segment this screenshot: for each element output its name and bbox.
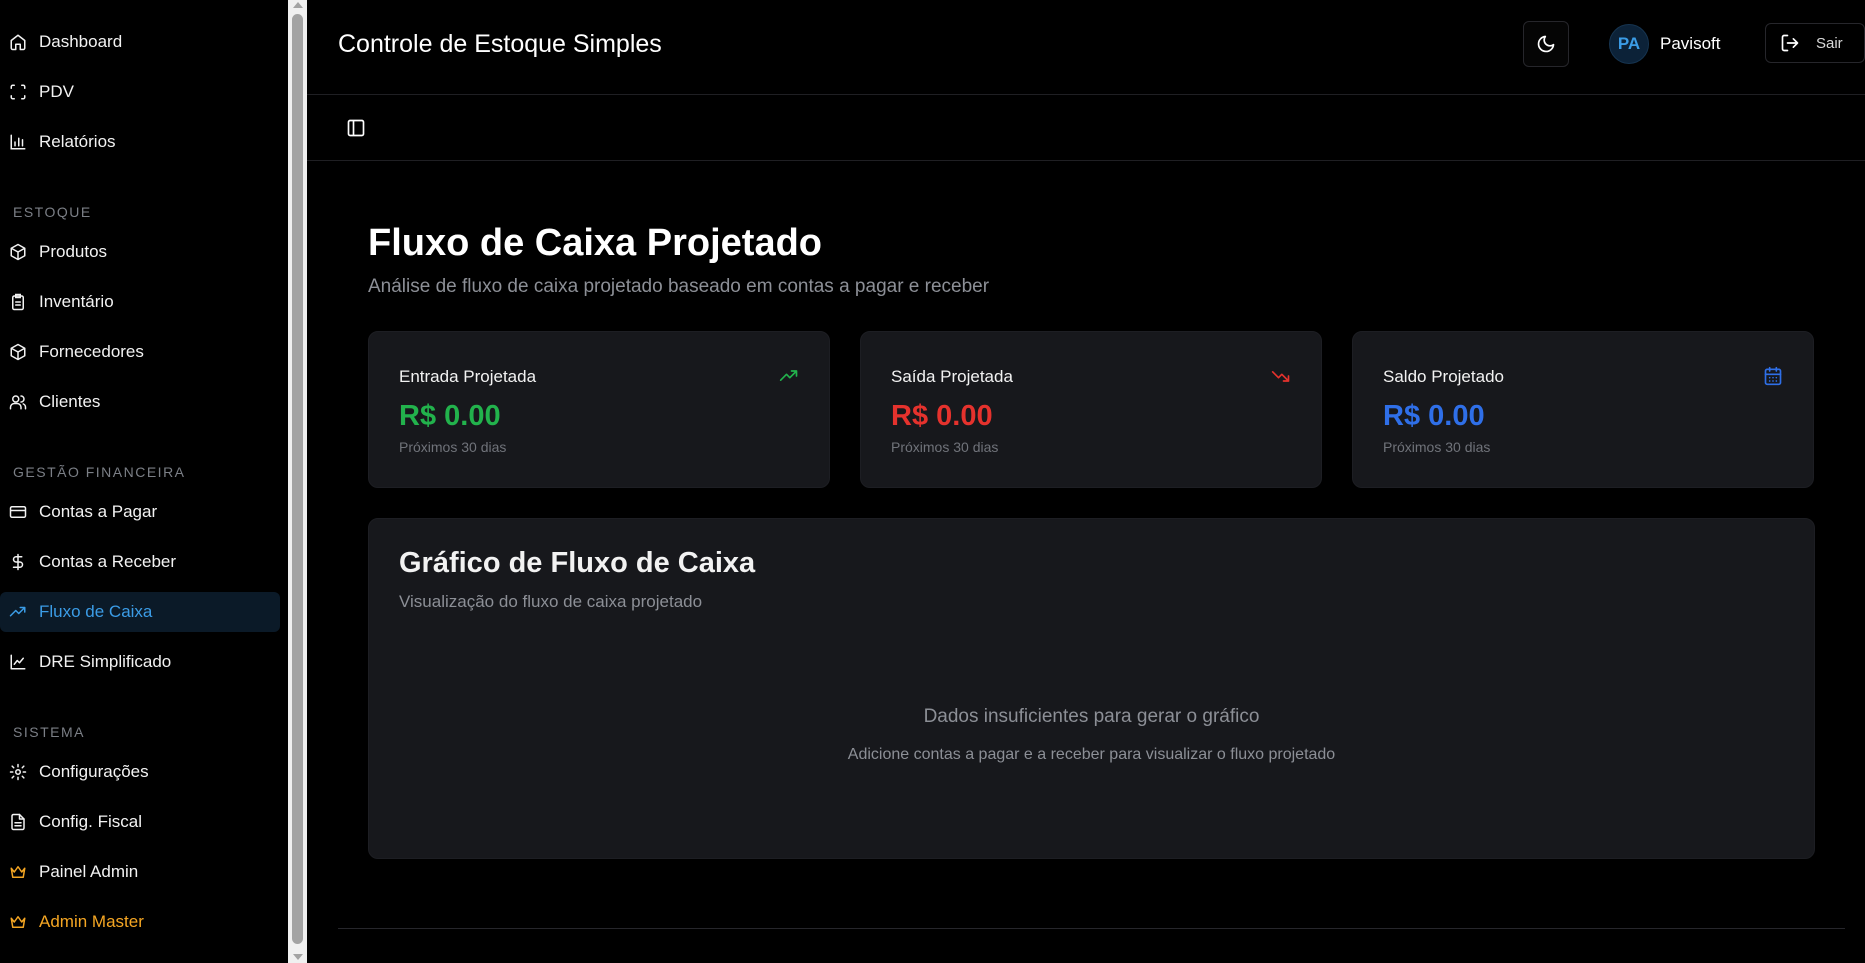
sidebar-item-dashboard[interactable]: Dashboard [0,22,280,62]
scan-icon [10,84,26,100]
trending-down-icon [1271,371,1290,382]
package-icon [10,243,26,261]
panel-left-icon [347,119,365,137]
sidebar-item-label: Produtos [39,242,108,261]
package-icon [10,343,26,361]
bar-chart-icon [10,134,26,150]
sidebar-item-painel-admin[interactable]: Painel Admin [0,852,280,892]
sidebar-item-pdv[interactable]: PDV [0,72,280,112]
gear-icon [9,763,27,781]
section-label-gestao-financeira: GESTÃO FINANCEIRA [13,464,186,480]
trending-up-icon [9,606,26,617]
chart-subtitle: Visualização do fluxo de caixa projetado [399,592,703,611]
sidebar-item-config-fiscal[interactable]: Config. Fiscal [0,802,280,842]
card-value: R$ 0.00 [399,400,501,432]
card-value: R$ 0.00 [891,400,993,432]
file-text-icon [11,813,25,831]
moon-icon [1537,35,1555,53]
sidebar-scrollbar[interactable] [288,0,307,963]
user-name: Pavisoft [1660,34,1721,53]
sidebar-item-label: Clientes [39,392,101,411]
empty-state-title: Dados insuficientes para gerar o gráfico [923,706,1260,727]
sidebar-item-admin-master[interactable]: Admin Master [0,902,280,942]
cash-flow-chart-card: Gráfico de Fluxo de Caixa Visualização d… [368,518,1815,859]
sidebar-item-label: PDV [39,82,74,101]
sidebar-item-fluxo-de-caixa[interactable]: Fluxo de Caixa [0,592,280,632]
sidebar-item-relatorios[interactable]: Relatórios [0,122,280,162]
sidebar: Dashboard PDV Relatórios ESTOQUE Produto… [0,0,288,963]
card-value: R$ 0.00 [1383,400,1485,432]
card-saida-projetada: Saída Projetada R$ 0.00 Próximos 30 dias [860,331,1322,488]
line-chart-icon [10,654,26,670]
empty-state-text: Adicione contas a pagar e a receber para… [847,746,1336,763]
sidebar-item-label: Painel Admin [39,862,139,881]
home-icon [10,34,26,51]
sidebar-item-clientes[interactable]: Clientes [0,382,280,422]
users-icon [9,395,27,410]
sidebar-item-contas-a-pagar[interactable]: Contas a Pagar [0,492,280,532]
sidebar-toggle-button[interactable] [345,117,367,139]
sidebar-item-contas-a-receber[interactable]: Contas a Receber [0,542,280,582]
sidebar-item-label: Relatórios [39,132,116,151]
sidebar-item-inventario[interactable]: Inventário [0,282,280,322]
sidebar-item-label: Admin Master [39,912,144,931]
crown-icon [10,916,26,928]
calendar-icon [1764,366,1782,386]
card-note: Próximos 30 dias [399,439,507,455]
dollar-icon [12,553,24,571]
log-out-icon [1781,34,1799,52]
sidebar-item-dre-simplificado[interactable]: DRE Simplificado [0,642,280,682]
credit-card-icon [9,506,27,518]
avatar[interactable]: PA [1609,24,1649,64]
sidebar-item-label: Fornecedores [39,342,144,361]
page-title: Fluxo de Caixa Projetado [368,222,822,264]
card-label: Saída Projetada [891,367,1013,386]
app-title: Controle de Estoque Simples [338,30,662,58]
scroll-down-arrow-icon[interactable] [293,954,303,960]
sidebar-item-label: Configurações [39,762,149,781]
logout-button[interactable]: Sair [1765,23,1865,63]
clipboard-icon [12,293,24,311]
page-subtitle: Análise de fluxo de caixa projetado base… [368,276,990,297]
sidebar-item-label: Dashboard [39,32,123,51]
card-label: Saldo Projetado [1383,367,1504,386]
sidebar-item-fornecedores[interactable]: Fornecedores [0,332,280,372]
scroll-up-arrow-icon[interactable] [293,2,303,8]
logout-label: Sair [1816,34,1843,52]
sidebar-item-configuracoes[interactable]: Configurações [0,752,280,792]
trending-up-icon [779,370,798,381]
section-label-estoque: ESTOQUE [13,204,92,220]
card-note: Próximos 30 dias [891,439,999,455]
card-entrada-projetada: Entrada Projetada R$ 0.00 Próximos 30 di… [368,331,830,488]
top-header: Controle de Estoque Simples PA Pavisoft … [307,0,1865,95]
sub-header [307,95,1865,161]
chart-title: Gráfico de Fluxo de Caixa [399,547,756,579]
scroll-thumb[interactable] [292,14,303,944]
sidebar-item-label: Config. Fiscal [39,812,142,831]
sidebar-item-label: DRE Simplificado [39,652,172,671]
theme-toggle-button[interactable] [1523,21,1569,67]
sidebar-item-label: Contas a Receber [39,552,177,571]
card-note: Próximos 30 dias [1383,439,1491,455]
card-label: Entrada Projetada [399,367,537,386]
sidebar-item-label: Contas a Pagar [39,502,158,521]
sidebar-item-produtos[interactable]: Produtos [0,232,280,272]
crown-icon [10,866,26,878]
card-saldo-projetado: Saldo Projetado R$ 0.00 Próximos 30 dias [1352,331,1814,488]
sidebar-item-label: Inventário [39,292,114,311]
footer-divider [338,928,1845,929]
sidebar-item-label: Fluxo de Caixa [39,602,153,621]
section-label-sistema: SISTEMA [13,724,85,740]
